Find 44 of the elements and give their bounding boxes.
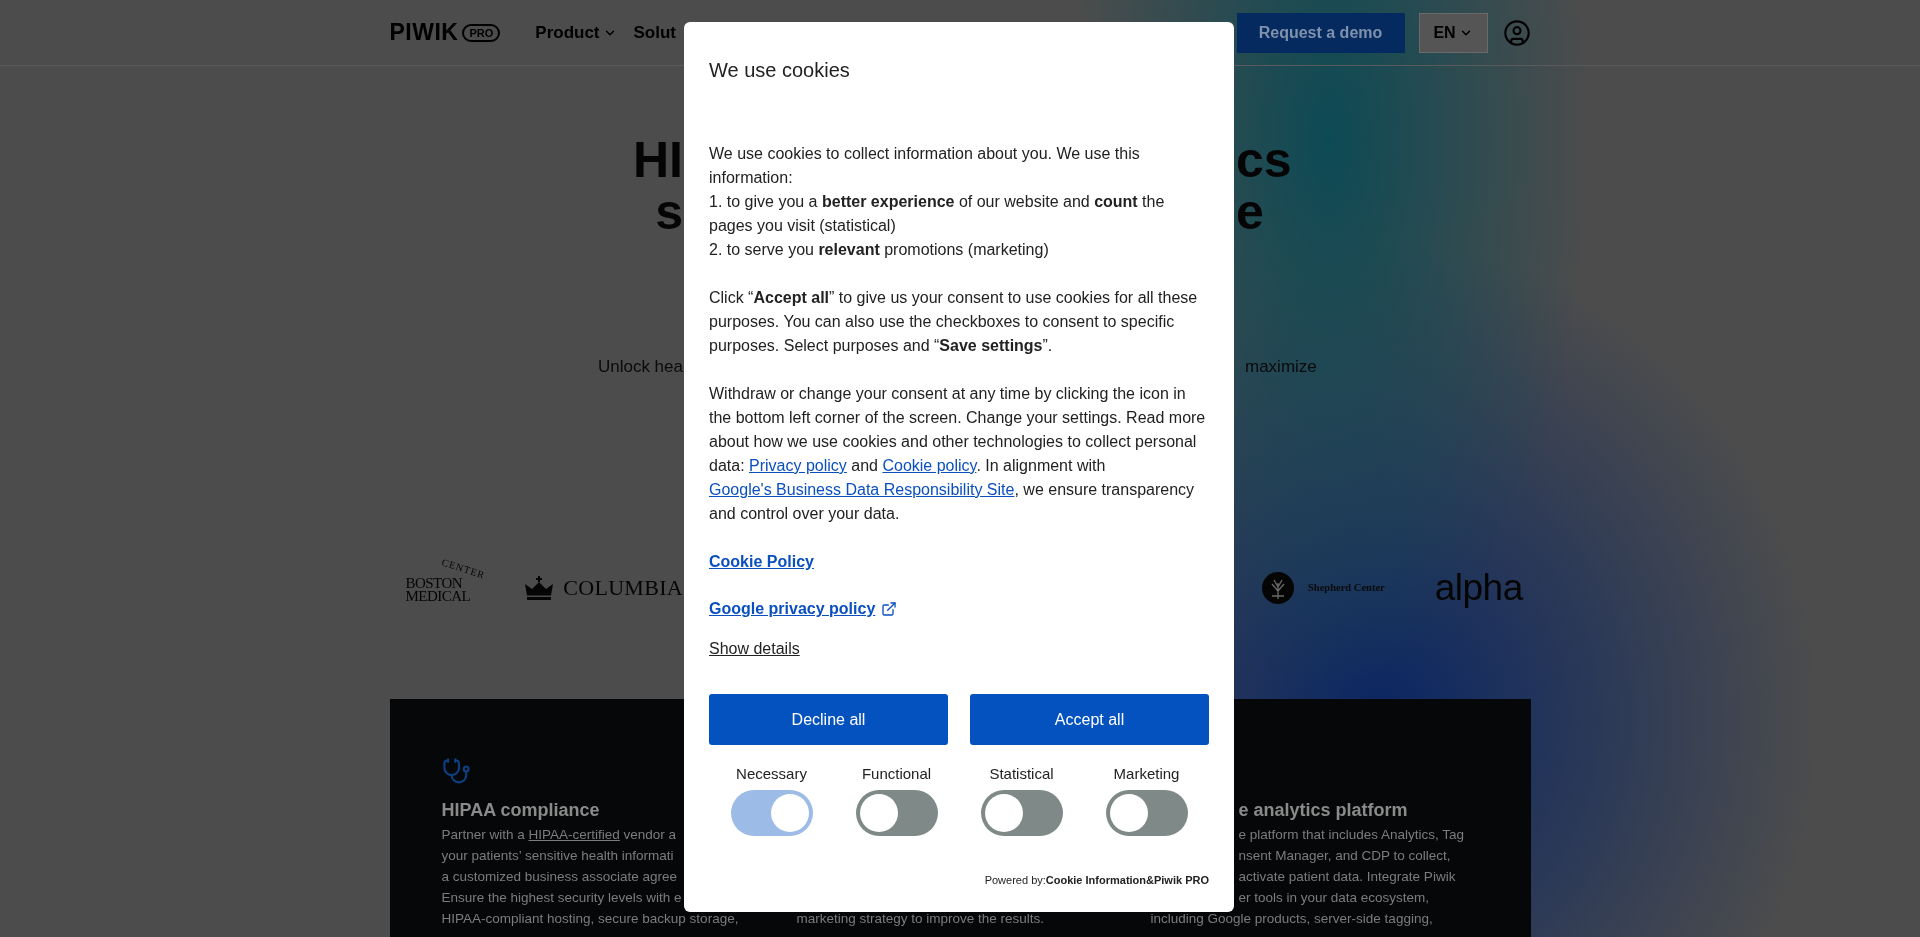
consent-paragraph: Click “Accept all” to give us your consent to use cookies for all these purposes. You can also use the checkboxes to consent to specific purposes. Select purposes and “Save settings”. <box>709 288 1199 356</box>
crown-icon <box>524 576 555 600</box>
feature-description: marketing strategy to improve the results. <box>796 910 1045 928</box>
user-icon[interactable] <box>1502 18 1531 47</box>
dialog-title: We use cookies <box>709 58 851 83</box>
headline-fragment: cs <box>1236 134 1292 186</box>
powered-by-text: Powered by:Cookie Information&Piwik PRO <box>984 873 1209 888</box>
toggle-switch[interactable] <box>980 790 1063 836</box>
feature-description: Partner with a HIPAA-certified vendor a your patients’ sensitive health informati a customized business associate agree Ensure the highest security levels with e <box>441 826 682 907</box>
headline-fragment: s <box>655 186 683 238</box>
toggle-label: Necessary <box>736 764 807 784</box>
toggle-label: Functional <box>861 764 932 784</box>
feature-description: including Google products, server-side tagging, <box>1150 910 1433 928</box>
partner-logo-text: COLUMBIA <box>563 575 683 601</box>
partner-logo-text: Shepherd Center <box>1308 581 1385 595</box>
text-link[interactable]: Privacy policy <box>749 457 847 474</box>
consent-paragraph: Withdraw or change your consent at any time by clicking the icon in the bottom left corner of the screen. Change your settings. Read more about how we use cookies and other technologies to collect personal data: Privacy policy and Cookie policy. In alignment with Google's Business Data Responsibility Site, we ensure transparency and control over your data. <box>709 384 1207 524</box>
feature-heading: e analytics platform <box>1238 799 1408 822</box>
tree-emblem-icon <box>1262 572 1294 604</box>
subheading-fragment: Unlock hea <box>597 356 683 378</box>
consent-button[interactable]: Accept all <box>970 694 1209 745</box>
text-link[interactable]: Cookie policy <box>882 457 977 474</box>
toggle-label: Statistical <box>989 764 1054 784</box>
logo-badge: PRO <box>462 23 501 42</box>
policy-link[interactable]: Google privacy policy <box>709 597 898 621</box>
headline-fragment: e <box>1236 186 1264 238</box>
feature-heading: HIPAA compliance <box>441 799 600 822</box>
toggle-switch[interactable] <box>855 790 938 836</box>
logo-wordmark: PIWIK <box>389 21 459 44</box>
subheading-fragment: maximize <box>1245 356 1317 378</box>
feature-description: HIPAA-compliant hosting, secure backup storage, <box>441 910 739 928</box>
show-details-link[interactable]: Show details <box>709 637 800 661</box>
feature-description: e platform that includes Analytics, Tag nsent Manager, and CDP to collect, activate patient data. Integrate Piwik er tools in your data ecosystem, <box>1238 826 1465 907</box>
headline-fragment: HI <box>633 134 683 186</box>
consent-paragraph: We use cookies to collect information about you. We use this information: 1. to give you a better experience of our website and count the pages you visit (statistical) 2. to serve you relevant promotions (marketing) <box>709 144 1166 260</box>
partner-logo-text: alpha <box>1434 568 1523 608</box>
toggle-label: Marketing <box>1113 764 1180 784</box>
partner-logo-text: BOSTON MEDICAL <box>405 577 471 603</box>
request-demo-button[interactable]: Request a demo <box>1236 12 1405 53</box>
toggle-switch[interactable] <box>1105 790 1188 836</box>
policy-link[interactable]: Cookie Policy <box>709 550 814 574</box>
consent-button[interactable]: Decline all <box>709 694 948 745</box>
text-link[interactable]: HIPAA-certified <box>528 827 620 842</box>
text-link[interactable]: Google's Business Data Responsibility Site <box>709 481 1015 498</box>
